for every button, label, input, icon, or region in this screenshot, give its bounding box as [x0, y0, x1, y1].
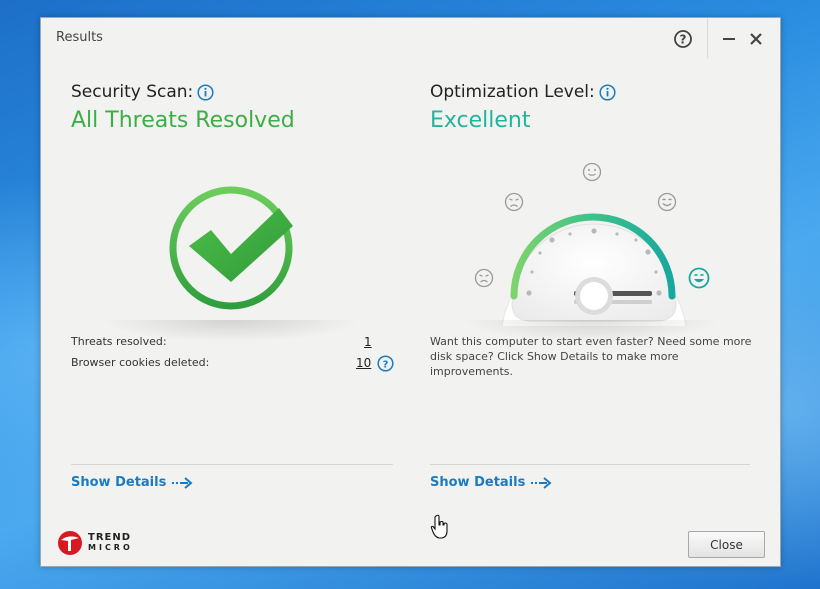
svg-text:?: ? — [383, 360, 389, 371]
stat-label: Browser cookies deleted: — [71, 356, 210, 369]
svg-text:?: ? — [680, 33, 687, 47]
security-scan-heading: Security Scan: — [71, 82, 214, 102]
neutral-smile-face-icon — [582, 162, 602, 182]
happy-face-icon — [657, 192, 677, 212]
sad-face-icon — [504, 192, 524, 212]
right-divider — [430, 464, 750, 465]
question-circle-icon: ? — [674, 30, 692, 48]
cookies-deleted-value[interactable]: 10 — [356, 356, 371, 370]
logo-text-line1: TREND — [88, 532, 132, 543]
help-button[interactable]: ? — [672, 28, 694, 50]
window-close-button[interactable] — [745, 28, 767, 50]
very-happy-face-icon — [688, 267, 710, 289]
show-details-label: Show Details — [430, 475, 526, 490]
results-window: Results ? Security Scan: All Threats Res… — [40, 17, 781, 567]
security-scan-label: Security Scan: — [71, 82, 194, 102]
optimization-description: Want this computer to start even faster?… — [430, 335, 752, 378]
window-title: Results — [56, 30, 103, 45]
arrow-right-icon — [172, 476, 193, 489]
hand-cursor-icon — [430, 514, 448, 539]
close-icon — [750, 33, 762, 45]
minimize-icon — [723, 38, 735, 40]
question-circle-icon[interactable]: ? — [377, 355, 394, 372]
stat-threats-resolved: Threats resolved: 1 — [71, 335, 393, 351]
very-sad-face-icon — [474, 268, 494, 288]
checkmark-icon — [169, 186, 293, 310]
titlebar-separator — [707, 18, 708, 58]
optimization-status: Excellent — [430, 108, 531, 133]
info-icon[interactable] — [197, 83, 214, 101]
trend-micro-logo: TREND MICRO — [57, 530, 133, 556]
close-button[interactable]: Close — [688, 531, 765, 558]
security-show-details-link[interactable]: Show Details — [71, 475, 194, 490]
stat-label: Threats resolved: — [71, 335, 167, 348]
stat-cookies-deleted: Browser cookies deleted: 10 ? — [71, 355, 394, 372]
arrow-right-icon — [531, 476, 552, 489]
minimize-button[interactable] — [718, 28, 740, 50]
optimization-show-details-link[interactable]: Show Details — [430, 475, 553, 490]
checkmark-graphic — [161, 178, 301, 318]
trend-micro-logo-icon — [58, 531, 82, 555]
left-divider — [71, 464, 393, 465]
optimization-level-label: Optimization Level: — [430, 82, 595, 102]
threats-resolved-value[interactable]: 1 — [364, 335, 372, 349]
info-icon[interactable] — [599, 83, 616, 101]
security-status: All Threats Resolved — [71, 108, 295, 133]
optimization-level-heading: Optimization Level: — [430, 82, 616, 102]
show-details-label: Show Details — [71, 475, 167, 490]
logo-text-line2: MICRO — [88, 543, 133, 552]
